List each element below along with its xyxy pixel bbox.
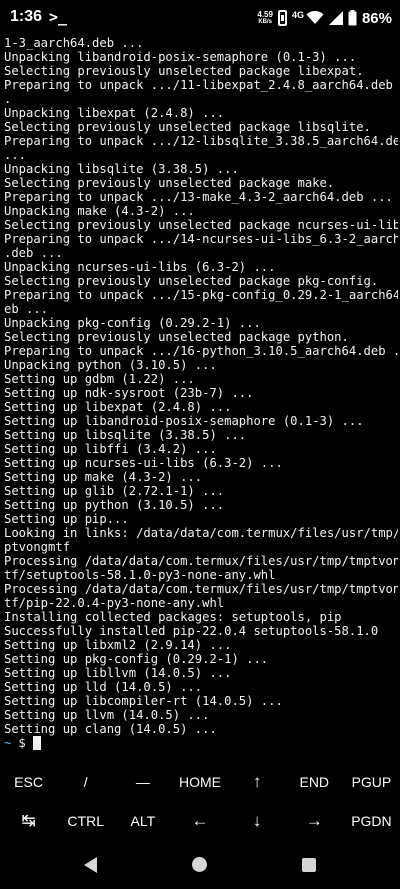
terminal-line: Setting up ncurses-ui-libs (6.3-2) ... [4,456,283,470]
end-key[interactable]: END [286,762,343,801]
terminal-line: Selecting previously unselected package … [4,330,349,344]
terminal-line: eb ... [4,302,49,316]
terminal-line: Setting up libllvm (14.0.5) ... [4,666,232,680]
pgdn-key[interactable]: PGDN [343,801,400,840]
terminal-line: Setting up libsqlite (3.38.5) ... [4,428,247,442]
terminal-line: Setting up ndk-sysroot (23b-7) ... [4,386,254,400]
network-type-label: 4G [291,9,304,20]
terminal-line: .deb ... [4,246,63,260]
terminal-line: tf/pip-22.0.4-py3-none-any.whl [4,596,225,610]
terminal-output[interactable]: 1-3_aarch64.deb ... Unpacking libandroid-… [4,36,398,756]
arrow-right-key[interactable]: → [286,801,343,840]
prompt-symbol: $ [18,736,26,750]
esc-key[interactable]: ESC [0,762,57,801]
battery-icon [348,10,357,26]
terminal-line: Looking in links: /data/data/com.termux/… [4,526,398,540]
terminal-line: Setting up python (3.10.5) ... [4,498,225,512]
terminal-line: Unpacking libandroid-posix-semaphore (0.… [4,50,357,64]
terminal-line: Selecting previously unselected package … [4,64,364,78]
shell-prompt[interactable]: ~ $ [4,736,398,750]
status-time: 1:36 [10,8,43,25]
terminal-line: Unpacking pkg-config (0.29.2-1) ... [4,316,261,330]
network-speed: 4.59 KB/s [257,9,273,26]
terminal-line: Setting up libexpat (2.4.8) ... [4,400,232,414]
terminal-line: Preparing to unpack .../14-ncurses-ui-li… [4,232,398,246]
terminal-line: Setting up libxml2 (2.9.14) ... [4,638,232,652]
terminal-line: . [4,92,12,106]
terminal-line: Preparing to unpack .../12-libsqlite_3.3… [4,134,398,148]
recents-button[interactable] [289,845,329,885]
back-button[interactable] [71,845,111,885]
terminal-line: Unpacking make (4.3-2) ... [4,204,195,218]
terminal-line: Setting up pip... [4,512,129,526]
terminal-line: Selecting previously unselected package … [4,218,398,232]
terminal-line: Selecting previously unselected package … [4,120,371,134]
terminal-line: Preparing to unpack .../11-libexpat_2.4.… [4,78,398,92]
signal-icon [328,11,343,25]
terminal-line: Processing /data/data/com.termux/files/u… [4,554,398,568]
arrow-up-key[interactable]: ↑ [229,762,286,801]
arrow-left-key[interactable]: ← [171,801,228,840]
terminal-line: Preparing to unpack .../13-make_4.3-2_aa… [4,190,393,204]
terminal-line: Successfully installed pip-22.0.4 setupt… [4,624,379,638]
ctrl-key[interactable]: CTRL [57,801,114,840]
prompt-path: ~ [4,736,12,750]
terminal-line: Preparing to unpack .../16-python_3.10.5… [4,344,398,358]
extra-keys-row-2: ↹ CTRL ALT ← ↓ → PGDN [0,801,400,840]
terminal-line: Selecting previously unselected package … [4,176,335,190]
terminal-line: Setting up libcompiler-rt (14.0.5) ... [4,694,283,708]
navigation-bar [0,840,400,889]
terminal-line: ... [4,148,27,162]
battery-percentage: 86% [361,9,392,27]
recents-icon [302,857,317,872]
terminal-line: Preparing to unpack .../15-pkg-config_0.… [4,288,398,302]
tab-key[interactable]: ↹ [0,801,57,840]
extra-keys-row-1: ESC / — HOME ↑ END PGUP [0,762,400,801]
dash-key[interactable]: — [114,762,171,801]
terminal-lines: 1-3_aarch64.deb ... Unpacking libandroid-… [4,36,398,736]
terminal-line: Installing collected packages: setuptool… [4,610,342,624]
terminal-line: Setting up libandroid-posix-semaphore (0… [4,414,364,428]
terminal-line: 1-3_aarch64.deb ... [4,36,144,50]
terminal-line: Setting up libffi (3.4.2) ... [4,442,217,456]
terminal-line: Unpacking libexpat (2.4.8) ... [4,106,225,120]
status-bar: 1:36 >_ 4.59 KB/s 4G 86% [0,0,400,36]
terminal-line: tf/setuptools-58.1.0-py3-none-any.whl [4,568,276,582]
terminal-line: Setting up llvm (14.0.5) ... [4,708,210,722]
back-icon [84,856,98,873]
arrow-down-key[interactable]: ↓ [229,801,286,840]
terminal-line: Processing /data/data/com.termux/files/u… [4,582,398,596]
terminal-line: Setting up glib (2.72.1-1) ... [4,484,225,498]
network-speed-unit: KB/s [258,18,272,25]
extra-keys-bar: ESC / — HOME ↑ END PGUP ↹ CTRL ALT ← ↓ →… [0,762,400,840]
terminal-line: Selecting previously unselected package … [4,274,379,288]
pgup-key[interactable]: PGUP [343,762,400,801]
home-icon [192,857,208,872]
terminal-line: Unpacking libsqlite (3.38.5) ... [4,162,239,176]
terminal-cursor [32,736,41,750]
terminal-line: ptvongmtf [4,540,71,554]
terminal-line: Setting up gdbm (1.22) ... [4,372,195,386]
status-icons: 4.59 KB/s 4G 86% [257,7,392,29]
terminal-line: Setting up make (4.3-2) ... [4,470,203,484]
terminal-line: Setting up clang (14.0.5) ... [4,722,217,736]
wifi-icon [306,11,324,25]
terminal-line: Unpacking ncurses-ui-libs (6.3-2) ... [4,260,276,274]
alt-key[interactable]: ALT [114,801,171,840]
terminal-line: Setting up lld (14.0.5) ... [4,680,203,694]
home-key[interactable]: HOME [171,762,228,801]
termux-notification-icon: >_ [49,8,68,26]
home-button[interactable] [180,845,220,885]
vibrate-icon [277,10,287,26]
network-speed-value: 4.59 [257,9,273,19]
terminal-line: Setting up pkg-config (0.29.2-1) ... [4,652,269,666]
slash-key[interactable]: / [57,762,114,801]
terminal-line: Unpacking python (3.10.5) ... [4,358,217,372]
